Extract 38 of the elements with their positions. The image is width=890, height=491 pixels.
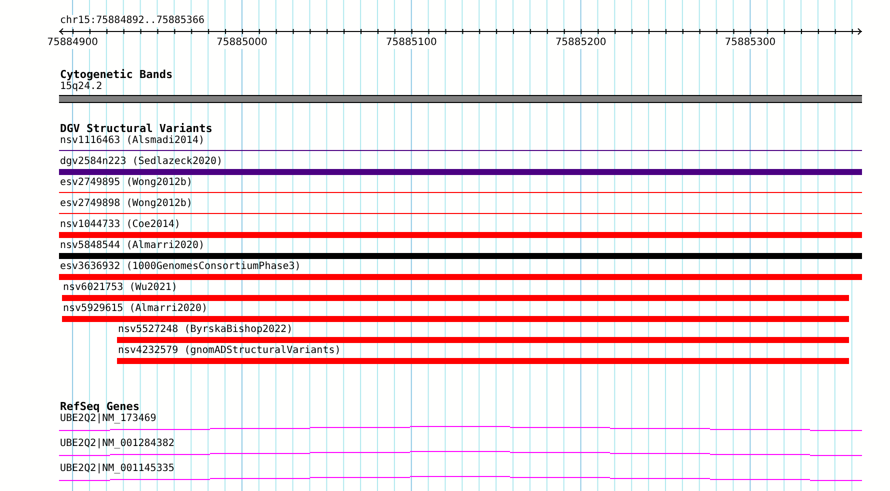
gene-line[interactable] [59,425,862,432]
variant-bar[interactable] [62,295,849,301]
region-label: chr15:75884892..75885366 [59,15,204,27]
variant-label: esv2749895 (Wong2012b) [60,177,192,188]
variant-label: nsv6021753 (Wu2021) [63,282,178,293]
variant-label: esv2749898 (Wong2012b) [60,198,192,209]
variant-label: nsv5929615 (Almarri2020) [63,303,208,314]
variant-bar[interactable] [117,358,849,364]
track-title: Cytogenetic Bands [59,69,173,81]
variant-label: nsv4232579 (gnomADStructuralVariants) [118,345,341,356]
gene-label: UBE2Q2|NM_173469 [60,413,156,424]
variant-label: nsv5848544 (Almarri2020) [60,240,204,251]
ruler-tick-label: 75884900 [47,37,98,49]
variant-label: esv3636932 (1000GenomesConsortiumPhase3) [60,261,301,272]
variant-line[interactable] [59,213,862,214]
ruler-tick-label: 75885000 [216,37,268,49]
gene-line[interactable] [59,450,862,457]
gene-label: UBE2Q2|NM_001284382 [60,438,174,449]
variant-line[interactable] [59,150,862,151]
variant-label: nsv5527248 (ByrskaBishop2022) [118,324,293,335]
variant-bar[interactable] [59,169,862,175]
track-title: DGV Structural Variants [59,123,212,135]
variant-label: dgv2584n223 (Sedlazeck2020) [60,156,223,167]
ruler-tick-label: 75885300 [724,37,776,49]
variant-line[interactable] [59,192,862,193]
ruler-tick-label: 75885100 [386,37,437,49]
band-label: 15q24.2 [59,81,102,93]
variant-label: nsv1116463 (Alsmadi2014) [60,135,204,146]
variant-bar[interactable] [59,253,862,259]
ruler-tick-label: 75885200 [555,37,606,49]
variant-label: nsv1044733 (Coe2014) [60,219,180,230]
gene-line[interactable] [59,475,862,482]
variant-bar[interactable] [62,316,849,322]
track-title: RefSeq Genes [59,401,140,413]
variant-bar[interactable] [59,274,862,280]
gene-label: UBE2Q2|NM_001145335 [60,463,174,474]
variant-bar[interactable] [117,337,849,343]
variant-bar[interactable] [59,232,862,238]
